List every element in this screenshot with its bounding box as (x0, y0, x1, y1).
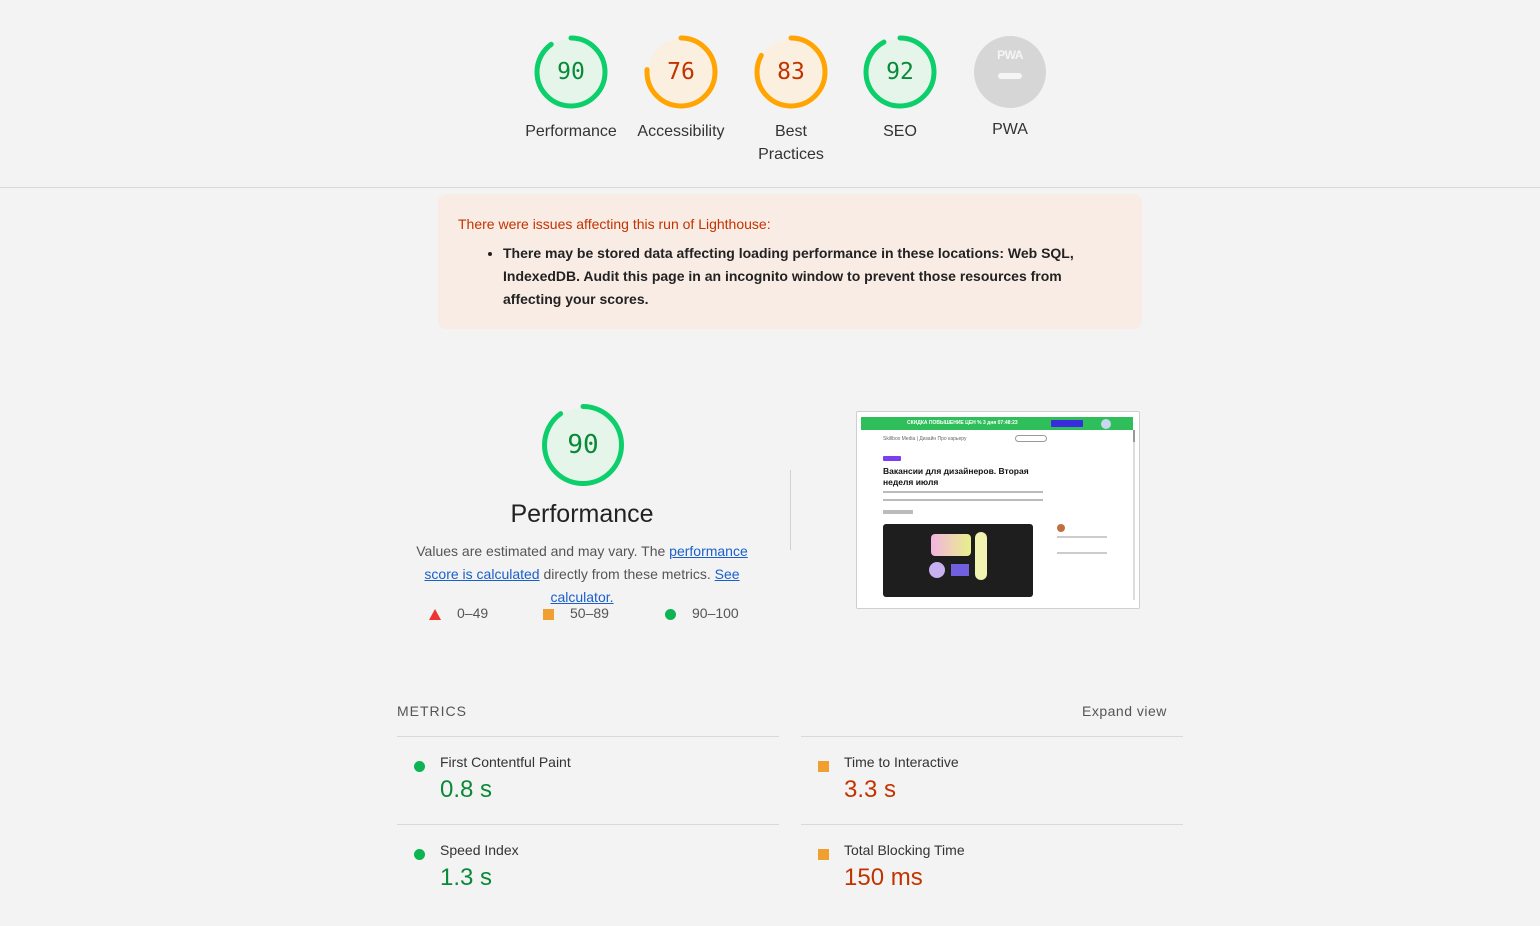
green-circle-icon (414, 849, 425, 860)
warning-list: There may be stored data affecting loadi… (503, 242, 1122, 311)
metric-label: Time to Interactive (844, 754, 959, 770)
performance-title: Performance (510, 500, 654, 528)
legend-range: 90–100 (692, 605, 739, 621)
expand-view-button[interactable]: Expand view (1082, 703, 1167, 719)
metric-label: Total Blocking Time (844, 842, 965, 858)
thumb-image (883, 524, 1033, 597)
legend-pass: 90–100 (665, 605, 739, 621)
desc-text: Values are estimated and may vary. The (416, 543, 670, 559)
thumb-shape (951, 564, 969, 576)
gauge-score: 90 (557, 59, 585, 85)
performance-description: Values are estimated and may vary. The p… (398, 540, 766, 609)
gauge-seo[interactable]: 92 SEO (845, 34, 955, 143)
orange-square-icon (543, 608, 554, 620)
warning-title: There were issues affecting this run of … (458, 216, 771, 232)
metric-label: Speed Index (440, 842, 519, 858)
gauge-label: PWA (992, 121, 1028, 138)
gauge-ring: 76 (643, 34, 719, 110)
green-circle-icon (665, 608, 676, 620)
divider (801, 736, 1183, 737)
metric-value: 0.8 s (440, 776, 493, 803)
thumb-banner-button (1051, 420, 1083, 427)
thumb-shape (929, 562, 945, 578)
red-triangle-icon (429, 608, 441, 620)
gauge-label: Performance (525, 123, 617, 140)
score-summary: 90 Performance 76 Accessibility 83 Best … (0, 0, 1540, 188)
thumb-tag (883, 456, 901, 461)
legend-average: 50–89 (543, 605, 609, 621)
performance-gauge: 90 (540, 402, 626, 488)
desc-text: directly from these metrics. (539, 566, 715, 582)
gauge-ring: 90 (533, 34, 609, 110)
performance-score: 90 (567, 430, 599, 460)
warning-item: There may be stored data affecting loadi… (503, 242, 1122, 311)
pwa-dash-icon (998, 73, 1022, 79)
legend-range: 50–89 (570, 605, 609, 621)
metric-value: 150 ms (844, 864, 923, 891)
pwa-badge-icon: PWA (974, 36, 1046, 108)
thumb-nav: Skillbox Media | Дизайн Про карьеру (883, 436, 967, 442)
metric-label: First Contentful Paint (440, 754, 571, 770)
divider (801, 824, 1183, 825)
thumb-heading: Вакансии для дизайнеров. Вторая неделя и… (883, 466, 1029, 487)
thumb-author (883, 510, 913, 514)
gauge-label: Best Practices (758, 123, 824, 163)
metric-value: 1.3 s (440, 864, 493, 891)
thumb-side-text (1057, 536, 1107, 554)
divider (397, 736, 779, 737)
gauge-ring: 92 (862, 34, 938, 110)
lighthouse-report: 90 Performance 76 Accessibility 83 Best … (0, 0, 1540, 926)
thumb-side-avatar (1057, 524, 1065, 532)
gauge-label: Accessibility (637, 123, 725, 140)
green-circle-icon (414, 761, 425, 772)
vertical-divider (790, 470, 791, 550)
legend-fail: 0–49 (429, 605, 488, 621)
metrics-heading: METRICS (397, 703, 467, 719)
gauge-label: SEO (883, 123, 917, 140)
thumb-shape (931, 534, 971, 556)
legend-range: 0–49 (457, 605, 489, 621)
gauge-accessibility[interactable]: 76 Accessibility (626, 34, 736, 143)
gauge-pwa[interactable]: PWA PWA (955, 34, 1065, 141)
gauge-score: 76 (667, 59, 695, 85)
thumb-scrollbar (1133, 430, 1135, 600)
pwa-badge-text: PWA (997, 48, 1023, 62)
run-warnings: There were issues affecting this run of … (438, 194, 1142, 329)
gauge-performance[interactable]: 90 Performance (516, 34, 626, 143)
gauge-score: 92 (886, 59, 914, 85)
gauge-score: 83 (777, 59, 805, 85)
thumb-pill (1015, 435, 1047, 442)
thumb-scroll-handle (1133, 430, 1135, 442)
thumb-shape (975, 532, 987, 580)
divider (397, 824, 779, 825)
metric-value: 3.3 s (844, 776, 897, 803)
orange-square-icon (818, 761, 829, 772)
thumb-banner-text: СКИДКА ПОВЫШЕНИЕ ЦЕН % 3 дня 07:48:23 (907, 420, 1018, 426)
gauge-best-practices[interactable]: 83 Best Practices (736, 34, 846, 166)
thumb-paragraph (883, 491, 1043, 501)
thumb-avatar (1101, 419, 1111, 429)
final-screenshot[interactable]: СКИДКА ПОВЫШЕНИЕ ЦЕН % 3 дня 07:48:23 Sk… (856, 411, 1140, 609)
orange-square-icon (818, 849, 829, 860)
thumb-banner: СКИДКА ПОВЫШЕНИЕ ЦЕН % 3 дня 07:48:23 (861, 417, 1133, 430)
gauge-ring: 83 (753, 34, 829, 110)
